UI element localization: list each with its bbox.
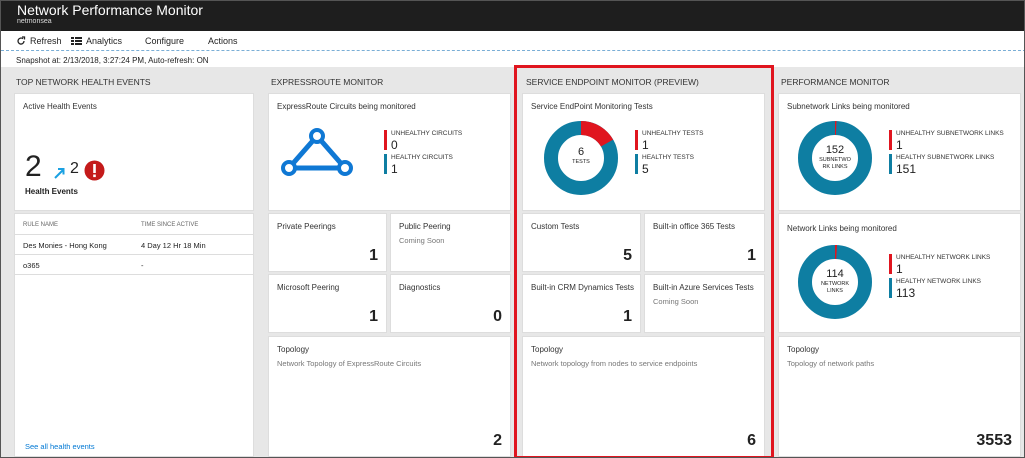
diagnostics-tile[interactable]: Diagnostics 0 [390,274,511,333]
trend-up-icon [54,168,65,179]
tile-title: Subnetwork Links being monitored [787,102,910,111]
tile-title: Active Health Events [23,102,97,111]
time-since-active: 4 Day 12 Hr 18 Min [141,241,206,250]
actions-label: Actions [208,36,238,46]
donut-value: 152 [825,144,845,156]
unhealthy-bar [889,130,892,150]
unhealthy-circuits-label: UNHEALTHY CIRCUITS [391,130,463,137]
expressroute-circuit-icon [281,128,353,176]
private-peerings-tile[interactable]: Private Peerings 1 [268,213,387,272]
tile-title: Microsoft Peering [277,283,340,292]
network-links-tile[interactable]: Network Links being monitored 114 NETWOR… [778,213,1021,333]
public-peering-tile[interactable]: Public Peering Coming Soon [390,213,511,272]
performance-topology-tile[interactable]: Topology Topology of network paths 3553 [778,336,1021,457]
rule-name: Des Monies - Hong Kong [23,241,107,250]
health-section-title: TOP NETWORK HEALTH EVENTS [16,77,151,87]
healthy-bar [889,278,892,298]
health-events-table: RULE NAME TIME SINCE ACTIVE Des Monies -… [14,213,254,457]
tile-title: Public Peering [399,222,451,231]
table-row[interactable]: Des Monies - Hong Kong 4 Day 12 Hr 18 Mi… [15,235,253,255]
healthy-network-label: HEALTHY NETWORK LINKS [896,278,981,285]
col-time-since-active: TIME SINCE ACTIVE [141,222,199,228]
unhealthy-circuits-value: 0 [391,138,398,152]
snapshot-status: Snapshot at: 2/13/2018, 3:27:24 PM, Auto… [16,56,209,65]
analytics-label: Analytics [86,36,123,46]
healthy-bar [889,154,892,174]
tile-title: Private Peerings [277,222,336,231]
unhealthy-network-label: UNHEALTHY NETWORK LINKS [896,254,991,261]
tile-subtitle: Topology of network paths [787,359,875,368]
unhealthy-subnetwork-value: 1 [896,138,903,152]
table-row[interactable]: o365 - [15,255,253,275]
dashboard: TOP NETWORK HEALTH EVENTS Active Health … [1,65,1024,457]
expressroute-circuits-tile[interactable]: ExpressRoute Circuits being monitored UN… [268,93,511,211]
subnetwork-links-tile[interactable]: Subnetwork Links being monitored 152 SUB… [778,93,1021,211]
tile-title: Network Links being monitored [787,224,897,233]
healthy-bar [384,154,387,174]
tile-title: Diagnostics [399,283,441,292]
healthy-subnetwork-label: HEALTHY SUBNETWORK LINKS [896,154,995,161]
workspace-name: netmonsea [17,18,52,25]
healthy-network-value: 113 [896,286,916,300]
healthy-circuits-value: 1 [391,162,398,176]
tile-value: 3553 [976,432,1012,449]
donut-label: NETWORK LINKS [820,281,850,294]
time-since-active: - [141,261,144,270]
unhealthy-bar [889,254,892,274]
performance-section-title: PERFORMANCE MONITOR [781,77,890,87]
rule-name: o365 [23,261,40,270]
tile-title: Topology [277,345,310,354]
healthy-subnetwork-value: 151 [896,162,917,176]
analytics-button[interactable]: Analytics [71,36,122,46]
tile-title: Topology [787,345,820,354]
tile-value: 2 [493,432,502,449]
tile-value: 0 [493,308,502,325]
configure-label: Configure [145,36,185,46]
donut-value: 114 [826,268,844,280]
health-event-count: 2 [25,150,42,183]
healthy-circuits-label: HEALTHY CIRCUITS [391,154,453,161]
refresh-label: Refresh [30,36,62,46]
see-all-health-events-link[interactable]: See all health events [25,442,95,451]
tile-title: ExpressRoute Circuits being monitored [277,102,416,111]
app-window: Network Performance Monitor netmonsea Re… [0,0,1025,458]
toolbar: Refresh Analytics Configure Actions [1,31,1024,51]
app-title: Network Performance Monitor [17,2,203,18]
expressroute-topology-tile[interactable]: Topology Network Topology of ExpressRout… [268,336,511,457]
tile-subtitle: Network Topology of ExpressRoute Circuit… [277,359,422,368]
microsoft-peering-tile[interactable]: Microsoft Peering 1 [268,274,387,333]
actions-button[interactable]: Actions [208,36,238,46]
tile-subtitle: Coming Soon [399,236,445,245]
refresh-icon [17,36,26,45]
health-events-label: Health Events [25,187,78,196]
refresh-button[interactable]: Refresh [16,36,62,46]
tile-value: 1 [369,308,378,325]
title-bar: Network Performance Monitor netmonsea [1,1,1024,31]
health-trend-count: 2 [70,160,79,177]
tile-value: 1 [369,247,378,264]
unhealthy-bar [384,130,387,150]
unhealthy-network-value: 1 [896,262,903,276]
col-rule-name: RULE NAME [23,222,59,228]
expressroute-section-title: EXPRESSROUTE MONITOR [271,77,384,87]
analytics-icon [71,37,82,45]
configure-button[interactable]: Configure [145,36,184,46]
highlight-border [514,65,774,457]
active-health-events-tile[interactable]: Active Health Events 2 2 Health Events [14,93,254,211]
unhealthy-subnetwork-label: UNHEALTHY SUBNETWORK LINKS [896,130,1004,137]
donut-label: SUBNETWO RK LINKS [819,157,851,170]
alert-icon [84,160,105,181]
